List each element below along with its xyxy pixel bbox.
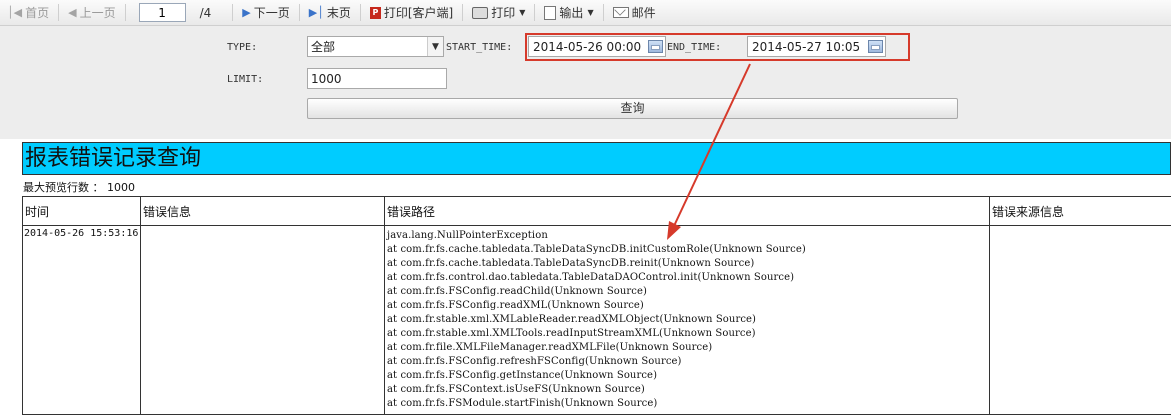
stack-trace-line: at com.fr.fs.cache.tabledata.TableDataSy… <box>387 244 806 255</box>
column-header-message: 错误信息 <box>140 196 385 226</box>
last-page-button[interactable]: ▶│ 末页 <box>305 0 355 25</box>
stack-trace-line: at com.fr.fs.FSModule.startFinish(Unknow… <box>387 398 658 409</box>
table-cell-source <box>989 225 1171 415</box>
export-button[interactable]: 输出 ▼ <box>540 0 597 25</box>
last-page-icon: ▶│ <box>308 5 324 19</box>
export-icon <box>544 5 557 20</box>
type-select[interactable]: 全部 ▼ <box>307 36 444 57</box>
first-page-button[interactable]: │◀ 首页 <box>3 0 53 25</box>
limit-input[interactable] <box>307 68 447 89</box>
toolbar-separator <box>124 4 126 21</box>
report-title: 报表错误记录查询 <box>22 142 1171 175</box>
chevron-down-icon[interactable]: ▼ <box>427 37 443 56</box>
toolbar-separator <box>462 4 464 21</box>
table-cell-message <box>140 225 385 415</box>
prev-page-button[interactable]: ◀ 上一页 <box>64 0 119 25</box>
print-button[interactable]: 打印 ▼ <box>468 0 529 25</box>
first-page-icon: │◀ <box>7 5 23 19</box>
type-label: TYPE: <box>227 42 258 53</box>
query-button[interactable]: 查询 <box>307 98 958 119</box>
table-cell-time: 2014-05-26 15:53:16 <box>22 225 141 415</box>
next-page-icon: ▶ <box>242 5 251 19</box>
last-page-label: 末页 <box>326 6 351 20</box>
next-page-button[interactable]: ▶ 下一页 <box>238 0 293 25</box>
stack-trace-line: at com.fr.file.XMLFileManager.readXMLFil… <box>387 342 713 353</box>
toolbar-separator <box>602 4 604 21</box>
stack-trace-line: java.lang.NullPointerException <box>387 230 548 241</box>
prev-page-icon: ◀ <box>68 5 77 19</box>
stack-trace-line: at com.fr.fs.FSContext.isUseFS(Unknown S… <box>387 384 645 395</box>
mail-button[interactable]: 邮件 <box>609 0 660 25</box>
prev-page-label: 上一页 <box>79 6 116 20</box>
page-number-input[interactable] <box>138 3 186 22</box>
type-select-value: 全部 <box>311 40 336 54</box>
toolbar-separator <box>534 4 536 21</box>
stack-trace-line: at com.fr.fs.cache.tabledata.TableDataSy… <box>387 258 755 269</box>
export-label: 输出 <box>559 6 584 20</box>
stack-trace-line: at com.fr.fs.FSConfig.getInstance(Unknow… <box>387 370 658 381</box>
stack-trace-line: at com.fr.fs.FSConfig.readXML(Unknown So… <box>387 300 644 311</box>
mail-icon <box>612 7 629 18</box>
page-total: /4 <box>199 5 212 20</box>
annotation-highlight-box <box>525 33 910 61</box>
table-cell-path: java.lang.NullPointerException at com.fr.… <box>384 225 990 415</box>
stack-trace-line: at com.fr.fs.FSConfig.readChild(Unknown … <box>387 286 648 297</box>
pdf-print-icon: P <box>369 6 381 19</box>
limit-label: LIMIT: <box>227 74 264 85</box>
column-header-path: 错误路径 <box>384 196 990 226</box>
stack-trace-line: at com.fr.fs.FSConfig.refreshFSConfig(Un… <box>387 356 682 367</box>
print-client-button[interactable]: P 打印[客户端] <box>366 0 457 25</box>
column-header-source: 错误来源信息 <box>989 196 1171 226</box>
mail-label: 邮件 <box>631 6 656 20</box>
chevron-down-icon: ▼ <box>587 8 594 17</box>
column-header-time: 时间 <box>22 196 141 226</box>
print-client-label: 打印[客户端] <box>383 6 454 20</box>
next-page-label: 下一页 <box>253 6 290 20</box>
toolbar-separator <box>298 4 300 21</box>
print-label: 打印 <box>491 6 516 20</box>
start-time-label: START_TIME: <box>446 42 513 53</box>
first-page-label: 首页 <box>25 6 50 20</box>
stack-trace-line: at com.fr.stable.xml.XMLTools.readInputS… <box>387 328 756 339</box>
toolbar-separator <box>232 4 234 21</box>
stack-trace-line: at com.fr.fs.control.dao.tabledata.Table… <box>387 272 795 283</box>
max-preview-rows: 最大预览行数 ： 1000 <box>23 181 135 194</box>
toolbar-separator <box>58 4 60 21</box>
report-toolbar: │◀ 首页 ◀ 上一页 /4 ▶ 下一页 ▶│ 末页 P 打印[客户端] 打印 … <box>0 0 1171 26</box>
chevron-down-icon: ▼ <box>519 8 526 17</box>
toolbar-separator <box>359 4 361 21</box>
stack-trace-line: at com.fr.stable.xml.XMLableReader.readX… <box>387 314 757 325</box>
printer-icon <box>472 6 489 19</box>
